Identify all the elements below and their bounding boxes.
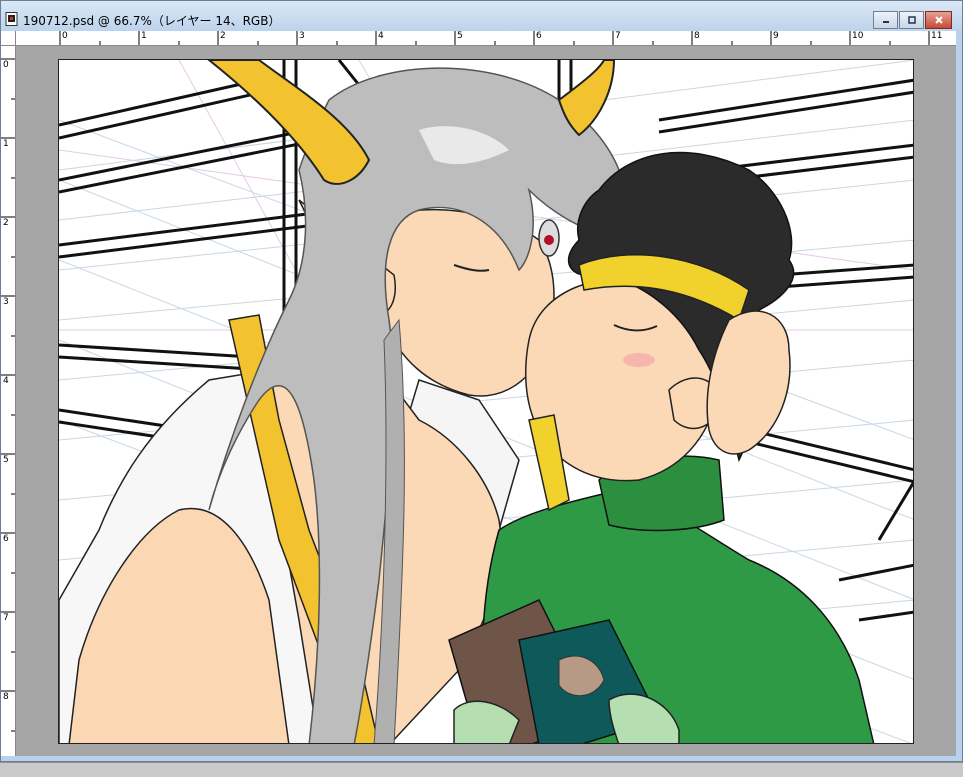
- canvas-workspace[interactable]: [16, 46, 956, 756]
- close-button[interactable]: [925, 11, 952, 29]
- maximize-button[interactable]: [899, 11, 924, 29]
- ruler-label: 8: [694, 31, 700, 41]
- ruler-label: 5: [3, 455, 9, 465]
- ruler-label: 2: [220, 31, 226, 41]
- vertical-ruler[interactable]: 0 1 2 3 4 5 6 7 8: [1, 46, 16, 756]
- cheek-blush: [623, 353, 655, 367]
- ruler-label: 2: [3, 218, 9, 228]
- document-icon: [5, 11, 19, 26]
- title-bar[interactable]: 190712.psd @ 66.7%（レイヤー 14、RGB）: [1, 1, 962, 31]
- ruler-label: 5: [457, 31, 463, 41]
- ruler-label: 6: [3, 534, 9, 544]
- status-bar: [0, 762, 963, 777]
- horizontal-ruler[interactable]: 0 1 2 3 4 5 6 7 8 9 10 11: [16, 31, 956, 46]
- ruler-label: 3: [3, 297, 9, 307]
- ruler-label: 0: [62, 31, 68, 41]
- artwork-illustration: [59, 60, 913, 743]
- ruler-label: 10: [852, 31, 864, 41]
- document-canvas[interactable]: [58, 59, 914, 744]
- minimize-icon: [882, 21, 889, 23]
- forehead-jewel: [538, 219, 560, 257]
- ruler-label: 1: [3, 139, 9, 149]
- ruler-label: 8: [3, 692, 9, 702]
- vertical-ruler-ticks: [1, 58, 15, 732]
- ruler-label: 1: [141, 31, 147, 41]
- window-title: 190712.psd @ 66.7%（レイヤー 14、RGB）: [23, 14, 281, 28]
- horizontal-ruler-ticks: [59, 31, 930, 45]
- minimize-button[interactable]: [873, 11, 898, 29]
- ruler-label: 7: [615, 31, 621, 41]
- caption-buttons: [872, 11, 952, 29]
- ruler-label: 4: [378, 31, 384, 41]
- ruler-label: 7: [3, 613, 9, 623]
- ruler-corner[interactable]: [1, 31, 16, 46]
- ruler-label: 11: [931, 31, 943, 41]
- ruler-label: 4: [3, 376, 9, 386]
- document-window: 190712.psd @ 66.7%（レイヤー 14、RGB） 0 1 2 3 …: [0, 0, 963, 762]
- close-icon: [934, 16, 943, 24]
- ruler-label: 9: [773, 31, 779, 41]
- ruler-label: 3: [299, 31, 305, 41]
- ruler-label: 0: [3, 60, 9, 70]
- maximize-icon: [907, 16, 916, 24]
- ruler-label: 6: [536, 31, 542, 41]
